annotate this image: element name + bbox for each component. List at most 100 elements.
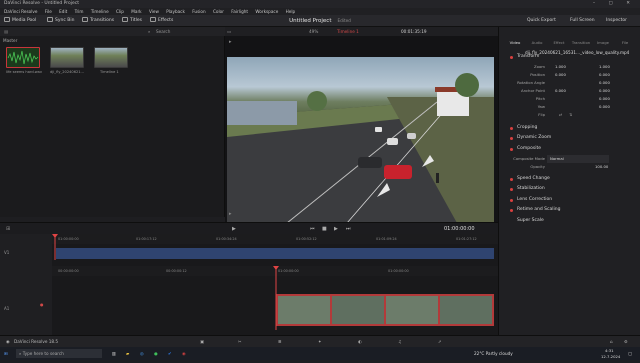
section-enabled-icon[interactable] [510, 208, 513, 212]
tab-image[interactable]: Image [592, 40, 614, 45]
browser-icon[interactable]: ◎ [140, 347, 144, 360]
section-enabled-icon[interactable] [510, 147, 513, 151]
position-label: Position [530, 72, 545, 77]
timeline-name[interactable]: Timeline 1 [337, 27, 359, 36]
section-enabled-icon[interactable] [510, 198, 513, 202]
track-mute-icon[interactable]: ● [40, 302, 44, 307]
section-composite[interactable]: Composite [499, 144, 640, 154]
clip-thumbnail-timeline[interactable] [94, 47, 128, 68]
taskbar-search-box[interactable]: ⌕ Type here to search [16, 349, 102, 358]
track-a1-label[interactable]: A1 [4, 306, 9, 311]
video-frame[interactable] [227, 57, 494, 223]
search-label[interactable]: Search [156, 27, 170, 36]
window-title: DaVinci Resolve - Untitled Project [4, 1, 80, 6]
ruler-tick-label: 01:01:27:12 [456, 237, 477, 241]
section-enabled-icon[interactable] [510, 187, 513, 191]
bin-list-icon[interactable]: ▤ [4, 27, 8, 36]
composite-mode-label: Composite Mode [513, 156, 545, 161]
yaw-row: Yaw 0.000 [499, 103, 640, 111]
task-view-icon[interactable]: ▥ [112, 347, 116, 360]
section-dynamic-zoom[interactable]: Dynamic Zoom [499, 133, 640, 143]
section-enabled-icon[interactable] [510, 177, 513, 181]
zoom-y-field[interactable]: 1.000 [599, 63, 610, 71]
tab-video[interactable]: Video [504, 40, 526, 45]
section-enabled-icon[interactable] [510, 55, 513, 59]
track-v1-label[interactable]: V1 [4, 250, 9, 255]
zoom-x-field[interactable]: 1.000 [555, 63, 566, 71]
master-bin-label[interactable]: Master [3, 38, 17, 43]
clip-thumbnail-video[interactable] [50, 47, 84, 68]
clip-label: Timeline 1 [100, 70, 119, 74]
section-title: Stabilization [517, 186, 545, 191]
flip-vertical-icon[interactable]: ⇅ [569, 111, 572, 119]
section-speed-change[interactable]: Speed Change [499, 174, 640, 184]
rotation-field[interactable]: 0.000 [599, 79, 610, 87]
menu-edit[interactable]: Edit [59, 9, 67, 14]
drone-shot-image [227, 73, 494, 223]
anchor-label: Anchor Point [520, 88, 545, 93]
timeline-tracks[interactable] [0, 234, 498, 335]
menu-fusion[interactable]: Fusion [192, 9, 205, 14]
menu-help[interactable]: Help [286, 9, 296, 14]
menu-trim[interactable]: Trim [75, 9, 84, 14]
taskbar-weather[interactable]: 22°C Partly cloudy [474, 347, 513, 360]
inspector-tabs: Video Audio Effect Transition Image File [499, 30, 640, 48]
menu-davinci[interactable]: DaVinci Resolve [4, 9, 37, 14]
window-controls[interactable]: – ▢ ✕ [593, 0, 636, 8]
menu-color[interactable]: Color [213, 9, 224, 14]
section-title: Composite [517, 146, 542, 151]
menu-file[interactable]: File [45, 9, 52, 14]
menu-timeline[interactable]: Timeline [91, 9, 109, 14]
media-pool-header: ▤ ⌕ Search [0, 27, 225, 36]
anchor-y-field[interactable]: 0.000 [599, 87, 610, 95]
search-icon[interactable]: ⌕ [148, 27, 150, 36]
position-y-field[interactable]: 0.000 [599, 71, 610, 79]
pitch-field[interactable]: 0.000 [599, 95, 610, 103]
section-lens-correction[interactable]: Lens Correction [499, 195, 640, 205]
section-retime-scaling[interactable]: Retime and Scaling [499, 205, 640, 215]
ruler-tick-label: 01:00:17:12 [136, 237, 157, 241]
spotify-icon[interactable]: ● [154, 347, 158, 360]
tab-file[interactable]: File [614, 40, 636, 45]
source-timecode: 00:01:35:19 [401, 29, 427, 34]
anchor-x-field[interactable]: 0.000 [555, 87, 566, 95]
section-stabilization[interactable]: Stabilization [499, 184, 640, 194]
tab-audio[interactable]: Audio [526, 40, 548, 45]
media-pool-panel: ▤ ⌕ Search Master life seems hard.wav dj… [0, 27, 225, 217]
menu-workspace[interactable]: Workspace [255, 9, 278, 14]
position-row: Position 0.000 0.000 [499, 71, 640, 79]
zoom-row: Zoom 1.000 1.000 [499, 63, 640, 71]
app-icon[interactable]: ✔ [168, 347, 172, 360]
menu-playback[interactable]: Playback [166, 9, 185, 14]
zoom-level[interactable]: 49% [309, 27, 318, 36]
notification-icon[interactable]: ▢ [628, 347, 632, 360]
yaw-field[interactable]: 0.000 [599, 103, 610, 111]
windows-start-icon[interactable]: ⊞ [4, 347, 8, 360]
menu-mark[interactable]: Mark [131, 9, 141, 14]
section-title: Lens Correction [517, 197, 553, 202]
tab-transition[interactable]: Transition [570, 40, 592, 45]
menu-view[interactable]: View [149, 9, 159, 14]
timeline-viewer: ▭ 49% Timeline 1 00:01:35:19 ▸ ▸ [225, 27, 498, 237]
davinci-taskbar-icon[interactable]: ◉ [182, 347, 186, 360]
composite-mode-select[interactable]: Normal [547, 155, 609, 163]
opacity-field[interactable]: 100.00 [595, 163, 608, 171]
viewer-bottom-marker-icon: ▸ [229, 211, 232, 217]
ruler-tick-label: 00:00:00:00 [58, 269, 79, 273]
section-super-scale[interactable]: Super Scale [499, 216, 640, 226]
section-cropping[interactable]: Cropping [499, 123, 640, 133]
position-x-field[interactable]: 0.000 [555, 71, 566, 79]
taskbar-date[interactable]: 12.7.2024 [601, 350, 620, 363]
flip-horizontal-icon[interactable]: ⇄ [559, 111, 562, 119]
file-explorer-icon[interactable]: ▰ [126, 347, 129, 360]
menu-fairlight[interactable]: Fairlight [231, 9, 248, 14]
tab-effect[interactable]: Effect [548, 40, 570, 45]
section-enabled-icon[interactable] [510, 126, 513, 130]
clip-thumbnail-audio[interactable] [6, 47, 40, 68]
search-icon: ⌕ [19, 351, 22, 356]
viewer-mode-icon[interactable]: ▭ [227, 27, 231, 36]
section-transform[interactable]: Transform [499, 52, 640, 62]
section-enabled-icon[interactable] [510, 136, 513, 140]
menu-clip[interactable]: Clip [116, 9, 124, 14]
flip-row: Flip ⇄ ⇅ [499, 111, 640, 119]
